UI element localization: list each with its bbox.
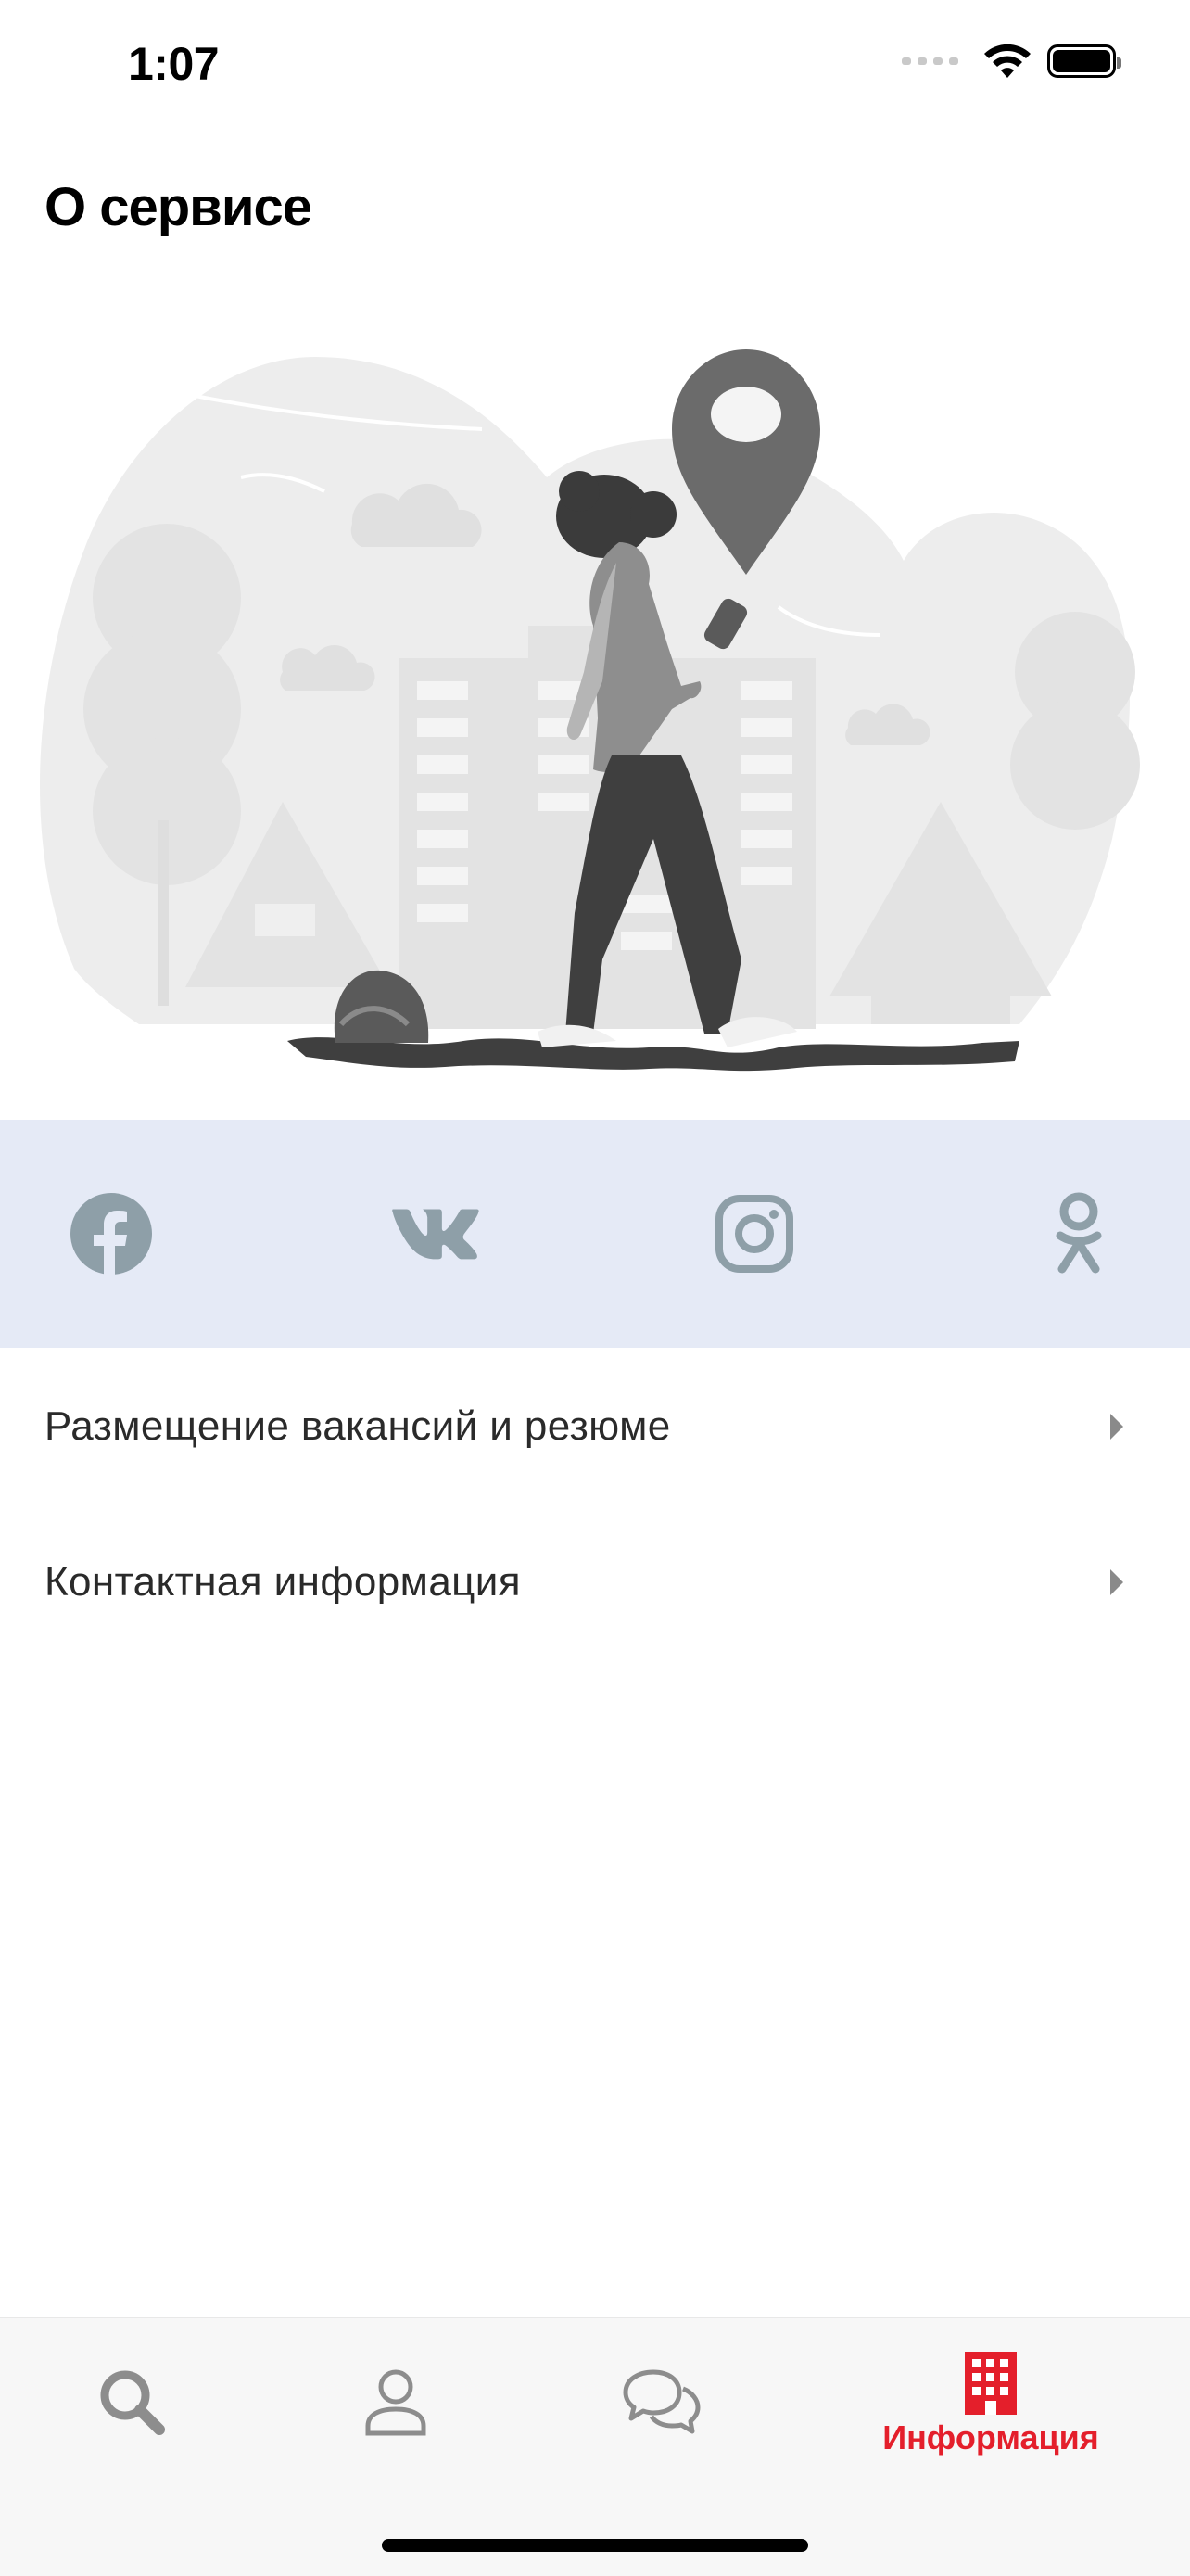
city-walk-illustration bbox=[39, 349, 1140, 1072]
facebook-icon bbox=[70, 1193, 152, 1275]
chat-icon bbox=[623, 2369, 701, 2434]
wifi-icon bbox=[984, 44, 1031, 78]
instagram-icon bbox=[715, 1195, 793, 1273]
tab-information[interactable]: Информация bbox=[875, 2318, 1107, 2467]
menu-item-contacts[interactable]: Контактная информация bbox=[0, 1513, 1190, 1652]
page-title: О сервисе bbox=[44, 177, 312, 237]
instagram-button[interactable] bbox=[710, 1189, 799, 1278]
search-icon bbox=[100, 2370, 165, 2435]
menu-item-label: Контактная информация bbox=[44, 1559, 521, 1605]
facebook-button[interactable] bbox=[67, 1189, 156, 1278]
chevron-right-icon bbox=[1110, 1414, 1123, 1440]
tab-search[interactable] bbox=[16, 2318, 247, 2467]
tab-profile[interactable] bbox=[280, 2318, 512, 2467]
vk-icon bbox=[392, 1209, 479, 1260]
profile-icon bbox=[365, 2369, 426, 2436]
vk-button[interactable] bbox=[391, 1189, 480, 1278]
status-bar: 1:07 bbox=[0, 0, 1190, 139]
status-time: 1:07 bbox=[128, 38, 220, 90]
tab-bar: Информация bbox=[0, 2317, 1190, 2576]
tab-label: Информация bbox=[882, 2418, 1099, 2456]
home-indicator bbox=[382, 2539, 808, 2552]
odnoklassniki-button[interactable] bbox=[1034, 1189, 1123, 1278]
building-icon bbox=[965, 2352, 1017, 2415]
social-links-bar bbox=[0, 1120, 1190, 1348]
chevron-right-icon bbox=[1110, 1569, 1123, 1595]
odnoklassniki-icon bbox=[1056, 1192, 1102, 1274]
menu-item-label: Размещение вакансий и резюме bbox=[44, 1403, 671, 1449]
cellular-signal-icon bbox=[902, 57, 958, 65]
battery-icon bbox=[1047, 44, 1121, 78]
status-icons bbox=[902, 43, 1121, 80]
tab-messages[interactable] bbox=[545, 2318, 777, 2467]
menu-item-vacancies[interactable]: Размещение вакансий и резюме bbox=[0, 1357, 1190, 1496]
